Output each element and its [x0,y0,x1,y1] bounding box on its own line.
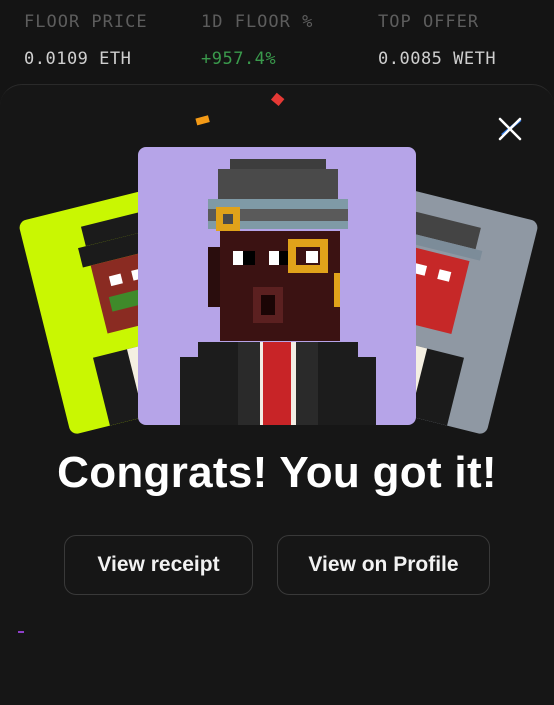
punk-character-image [180,159,376,425]
view-receipt-button[interactable]: View receipt [64,535,253,595]
close-button[interactable] [495,114,525,144]
close-icon [498,117,522,141]
nft-card-main [138,147,416,425]
congrats-heading: Congrats! You got it! [57,448,497,497]
view-on-profile-button[interactable]: View on Profile [277,535,490,595]
